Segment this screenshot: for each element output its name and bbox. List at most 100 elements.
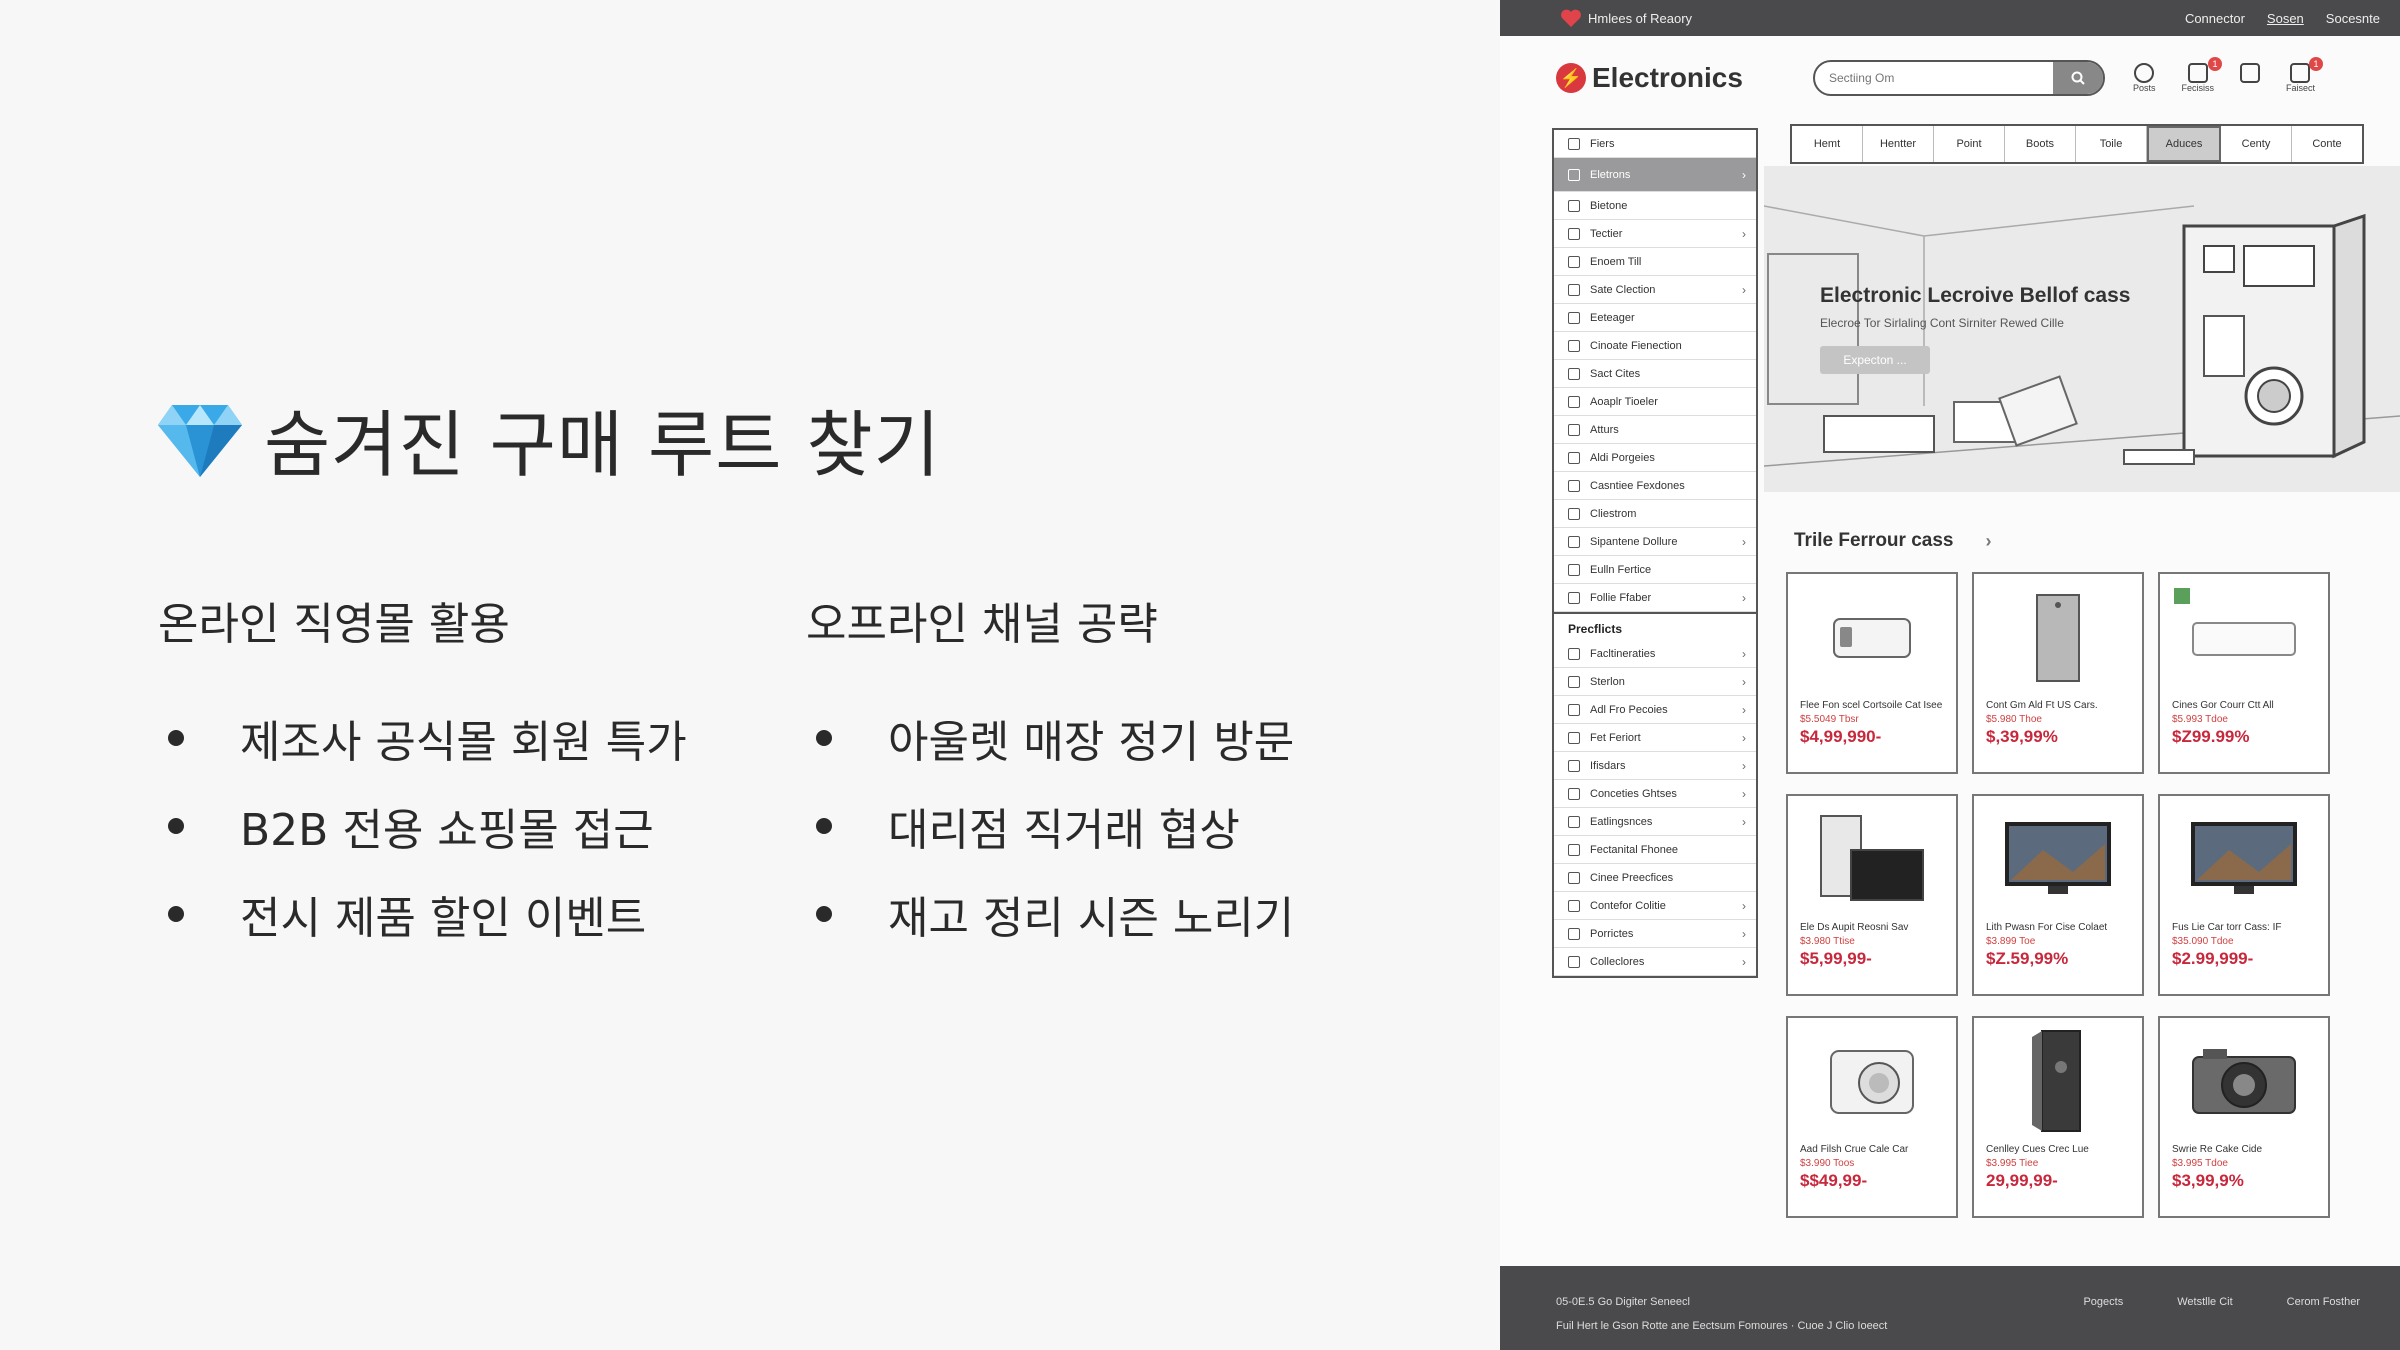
sidebar-label: Eulln Fertice xyxy=(1590,563,1652,576)
sidebar-item[interactable]: Sipantene Dollure › xyxy=(1554,528,1756,556)
nav-tab[interactable]: Conte xyxy=(2292,126,2362,162)
sidebar-item[interactable]: Sterlon › xyxy=(1554,668,1756,696)
icon-label: Posts xyxy=(2132,83,2156,93)
sidebar-item[interactable]: Tectier › xyxy=(1554,220,1756,248)
sidebar-item[interactable]: Contefor Colitie › xyxy=(1554,892,1756,920)
heart-icon xyxy=(1561,9,1581,27)
category-nav: Hemt Hentter Point Boots Toile Aduces Centy Con… xyxy=(1790,124,2364,164)
logo-text: Electronics xyxy=(1592,62,1743,93)
sidebar-item[interactable]: Porrictes › xyxy=(1554,920,1756,948)
sidebar-item[interactable]: Aoaplr Tioeler xyxy=(1554,388,1756,416)
sidebar-item[interactable]: Fectanital Fhonee xyxy=(1554,836,1756,864)
bullet-text: 전시 제품 할인 이벤트 xyxy=(240,893,647,944)
topbar-link[interactable]: Socesnte xyxy=(2326,11,2380,26)
nav-tab[interactable]: Aduces xyxy=(2147,126,2221,162)
bullet-dot xyxy=(816,818,832,834)
product-old-price: $3.980 Ttise xyxy=(1800,936,1855,947)
category-icon xyxy=(1568,535,1580,548)
sidebar-item[interactable]: Sate Clection › xyxy=(1554,276,1756,304)
footer-link[interactable]: Cerom Fosther xyxy=(2287,1296,2360,1308)
product-card[interactable]: Swrie Re Cake Cide $3.995 Tdoe $3,99,9% xyxy=(2158,1016,2330,1218)
product-card[interactable]: Aad Filsh Crue Cale Car $3.990 Toos $$49,9… xyxy=(1786,1016,1958,1218)
sidebar-label: Cinee Preecfices xyxy=(1590,871,1674,884)
bullet-text: 아울렛 매장 정기 방문 xyxy=(888,717,1295,768)
sidebar-item[interactable]: Conceties Ghtses › xyxy=(1554,780,1756,808)
footer-link[interactable]: Pogects xyxy=(2083,1296,2123,1308)
cart-icon xyxy=(2239,63,2260,83)
sidebar-item[interactable]: Eulln Fertice xyxy=(1554,556,1756,584)
hero-cta-button[interactable]: Expecton ... xyxy=(1820,346,1930,374)
search-icon xyxy=(2071,71,2085,85)
favorites-button[interactable]: 1 Fecisiss xyxy=(2181,57,2222,93)
sidebar-item[interactable]: Cinee Preecfices xyxy=(1554,864,1756,892)
sidebar-item[interactable]: Eatlingsnces › xyxy=(1554,808,1756,836)
nav-tab[interactable]: Point xyxy=(1934,126,2005,162)
search-input[interactable] xyxy=(1814,71,2053,85)
product-price: 29,99,99- xyxy=(1986,1171,2058,1190)
nav-tab[interactable]: Hentter xyxy=(1863,126,1934,162)
bullet-text: 재고 정리 시즌 노리기 xyxy=(888,893,1295,944)
category-icon xyxy=(1568,507,1580,520)
topbar-brand[interactable]: Hmlees of Reaory xyxy=(1560,8,1692,28)
sidebar-item[interactable]: Aldi Porgeies xyxy=(1554,444,1756,472)
product-card[interactable]: Cines Gor Courr Ctt All $5.993 Tdoe $Z99.9… xyxy=(2158,572,2330,774)
chevron-right-icon[interactable]: › xyxy=(1985,531,1991,552)
topbar-link[interactable]: Connector xyxy=(2185,11,2245,26)
badge: 1 xyxy=(2207,57,2222,71)
topbar-link[interactable]: Sosen xyxy=(2267,11,2304,26)
sidebar-item[interactable]: Ifisdars › xyxy=(1554,752,1756,780)
chevron-right-icon: › xyxy=(1742,534,1746,549)
sidebar-label: Atturs xyxy=(1590,423,1619,436)
product-image xyxy=(1986,582,2130,694)
product-card[interactable]: Flee Fon scel Cortsoile Cat Isee $5.5049 … xyxy=(1786,572,1958,774)
sidebar-item[interactable]: Cinoate Fienection xyxy=(1554,332,1756,360)
sidebar-item[interactable]: Eeteager xyxy=(1554,304,1756,332)
sidebar-item-filters[interactable]: Fiers xyxy=(1554,130,1756,158)
sidebar-label: Sterlon xyxy=(1590,675,1625,688)
product-price: $4,99,990- xyxy=(1800,727,1882,746)
account-button[interactable]: Posts xyxy=(2132,63,2156,93)
sidebar-item[interactable]: Casntiee Fexdones xyxy=(1554,472,1756,500)
sidebar-item[interactable]: Follie Ffaber › xyxy=(1554,584,1756,612)
product-card[interactable]: Lith Pwasn For Cise Colaet $3.899 Toe $Z.5… xyxy=(1972,794,2144,996)
hero-subtitle: Elecroe Tor Sirlaling Cont Sirniter Rewe… xyxy=(1820,316,2064,330)
category-icon xyxy=(1568,283,1580,296)
chevron-right-icon: › xyxy=(1742,167,1746,182)
product-card[interactable]: Fus Lie Car torr Cass: IF $35.090 Tdoe $2.… xyxy=(2158,794,2330,996)
search-button[interactable] xyxy=(2052,62,2103,94)
sidebar-item[interactable]: Atturs xyxy=(1554,416,1756,444)
product-price: $Z.59,99% xyxy=(1986,949,2069,968)
sidebar-item[interactable]: Sact Cites xyxy=(1554,360,1756,388)
sidebar-item[interactable]: Enoem Till xyxy=(1554,248,1756,276)
sidebar-item[interactable]: Fet Feriort › xyxy=(1554,724,1756,752)
footer-link[interactable]: Wetstlle Cit xyxy=(2177,1296,2232,1308)
product-card[interactable]: Ele Ds Aupit Reosni Sav $3.980 Ttise $5,99… xyxy=(1786,794,1958,996)
sidebar-item[interactable]: Facltineraties › xyxy=(1554,640,1756,668)
nav-tab[interactable]: Toile xyxy=(2076,126,2147,162)
sidebar-label: Follie Ffaber xyxy=(1590,591,1652,604)
orders-button[interactable]: 1 Faisect xyxy=(2286,57,2323,93)
product-price: $$49,99- xyxy=(1800,1171,1868,1190)
chevron-right-icon: › xyxy=(1742,898,1746,913)
product-price: $3,99,9% xyxy=(2172,1171,2244,1190)
sidebar-item[interactable]: Colleclores › xyxy=(1554,948,1756,976)
cart-button[interactable] xyxy=(2239,63,2260,93)
sidebar-label: Eeteager xyxy=(1590,311,1635,324)
nav-tab[interactable]: Centy xyxy=(2221,126,2292,162)
nav-tab[interactable]: Hemt xyxy=(1792,126,1863,162)
nav-tab[interactable]: Boots xyxy=(2005,126,2076,162)
product-card[interactable]: Cont Gm Ald Ft US Cars. $5.980 Thoe $,39,9… xyxy=(1972,572,2144,774)
sidebar-item[interactable]: Bietone xyxy=(1554,192,1756,220)
category-icon xyxy=(1568,395,1580,408)
sidebar-item[interactable]: Adl Fro Pecoies › xyxy=(1554,696,1756,724)
sidebar-item-electronics[interactable]: Eletrons › xyxy=(1554,158,1756,192)
chevron-right-icon: › xyxy=(1742,646,1746,661)
product-card[interactable]: Cenlley Cues Crec Lue $3.995 Tiee 29,99,99… xyxy=(1972,1016,2144,1218)
product-image xyxy=(1986,1026,2130,1138)
bullet-item: B2B 전용 쇼핑몰 접근 xyxy=(158,782,758,870)
product-price: $,39,99% xyxy=(1986,727,2058,746)
sidebar-item[interactable]: Cliestrom xyxy=(1554,500,1756,528)
chevron-right-icon: › xyxy=(1742,282,1746,297)
site-logo[interactable]: ⚡ Electronics xyxy=(1556,62,1743,94)
category-icon xyxy=(1568,815,1580,828)
